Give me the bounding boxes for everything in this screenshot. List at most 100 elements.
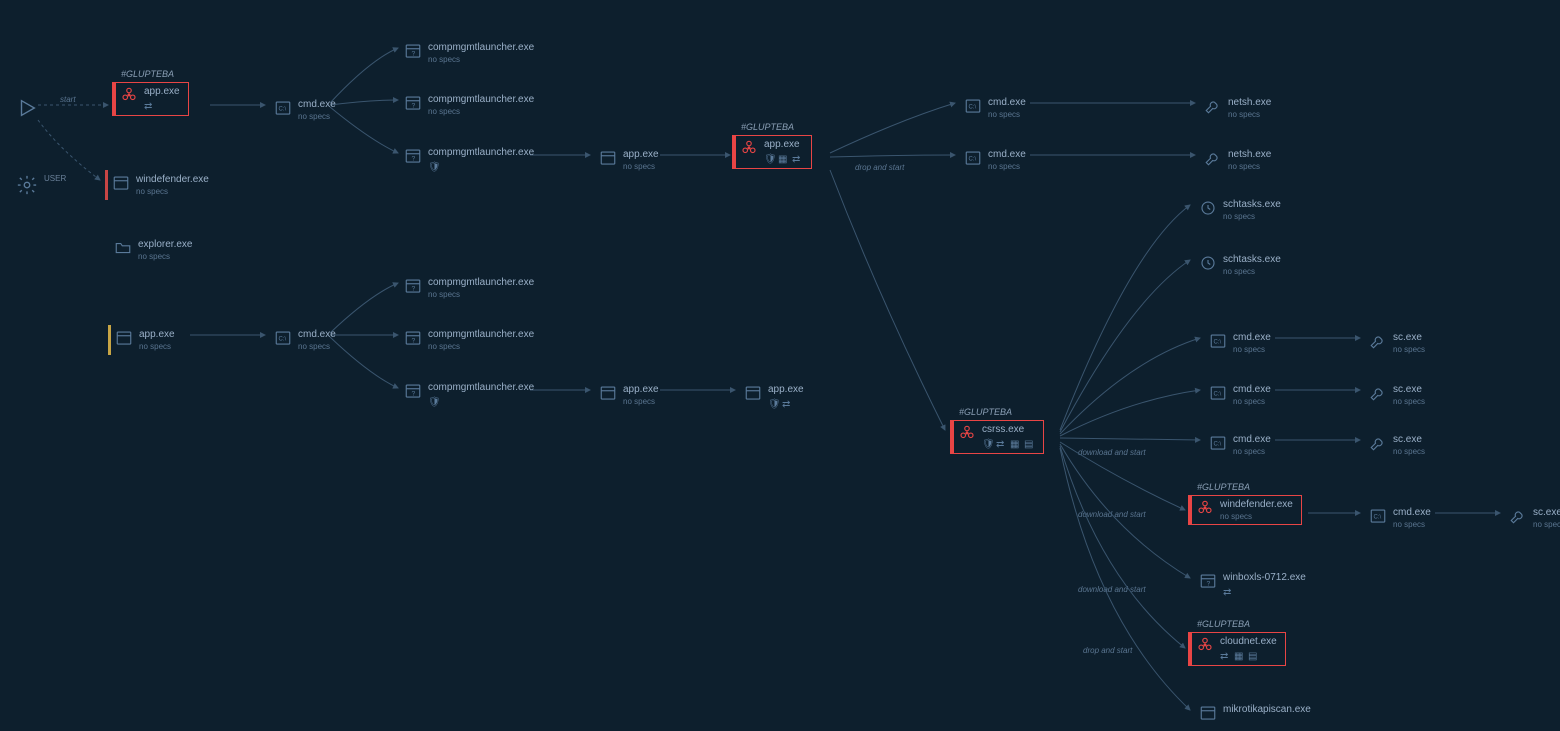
node-app3[interactable]: app.exeno specs	[595, 145, 663, 175]
node-label: sc.exe	[1393, 434, 1425, 445]
node-label: compmgmtlauncher.exe	[428, 329, 534, 340]
node-label: schtasks.exe	[1223, 254, 1281, 265]
node-cml4[interactable]: ? compmgmtlauncher.exeno specs	[400, 273, 538, 303]
biohazard-icon	[120, 86, 138, 104]
wrench-icon	[1369, 332, 1387, 350]
node-cmd7[interactable]: C:\ cmd.exe no specs	[1205, 430, 1275, 460]
node-app5[interactable]: #GLUPTEBA app.exe 🛡▦⇄	[732, 135, 812, 169]
node-app2[interactable]: app.exe no specs	[108, 325, 179, 355]
svg-text:download and start: download and start	[1078, 585, 1146, 594]
svg-text:C:\: C:\	[279, 336, 287, 342]
node-cml2[interactable]: ? compmgmtlauncher.exeno specs	[400, 90, 538, 120]
process-graph-edges: start drop and start download and start …	[0, 0, 1560, 731]
svg-text:drop and start: drop and start	[855, 163, 905, 172]
node-schtasks2[interactable]: schtasks.exe no specs	[1195, 250, 1285, 280]
node-label: cmd.exe	[1233, 434, 1271, 445]
node-label: schtasks.exe	[1223, 199, 1281, 210]
node-app4[interactable]: app.exe no specs	[595, 380, 663, 410]
node-app6[interactable]: app.exe🛡⇄	[740, 380, 808, 414]
net-icon: ⇄	[1220, 651, 1231, 662]
node-label: cmd.exe	[1393, 507, 1431, 518]
svg-text:?: ?	[412, 391, 416, 398]
malware-tag: #GLUPTEBA	[741, 122, 794, 132]
node-explorer[interactable]: explorer.exe no specs	[110, 235, 196, 265]
node-sub: no specs	[1393, 447, 1425, 456]
node-sub: no specs	[1393, 397, 1425, 406]
node-label: windefender.exe	[1220, 499, 1293, 510]
node-sub: no specs	[1393, 345, 1425, 354]
node-cmd6[interactable]: C:\ cmd.exeno specs	[1205, 380, 1275, 410]
node-label: app.exe	[139, 329, 175, 340]
unknown-window-icon: ?	[404, 147, 422, 165]
unknown-window-icon: ?	[404, 329, 422, 347]
node-sub: no specs	[1223, 267, 1281, 276]
unknown-window-icon: ?	[404, 382, 422, 400]
node-sc4[interactable]: sc.exeno specs	[1505, 503, 1560, 533]
reg-icon: ▦	[1234, 651, 1245, 662]
node-windefender[interactable]: windefender.exe no specs	[105, 170, 213, 200]
node-sc2[interactable]: sc.exe no specs	[1365, 380, 1429, 410]
net-icon: ⇄	[996, 439, 1007, 450]
node-badges: ⇄	[144, 101, 180, 112]
node-cmd2[interactable]: C:\ cmd.exe no specs	[270, 325, 340, 355]
svg-text:start: start	[60, 95, 76, 104]
node-sub: no specs	[428, 55, 534, 64]
node-label: app.exe	[623, 384, 659, 395]
node-cmd5[interactable]: C:\ cmd.exeno specs	[1205, 328, 1275, 358]
node-sub: no specs	[298, 112, 336, 121]
terminal-icon: C:\	[964, 149, 982, 167]
net-icon: ⇄	[792, 154, 803, 165]
node-label: compmgmtlauncher.exe	[428, 277, 534, 288]
node-netsh1[interactable]: netsh.exeno specs	[1200, 93, 1275, 123]
node-csrss[interactable]: #GLUPTEBA csrss.exe 🛡⇄▦▤	[950, 420, 1044, 454]
node-cml1[interactable]: ? compmgmtlauncher.exeno specs	[400, 38, 538, 68]
node-label: sc.exe	[1393, 332, 1425, 343]
node-netsh2[interactable]: netsh.exeno specs	[1200, 145, 1275, 175]
node-cmd1[interactable]: C:\ cmd.exe no specs	[270, 95, 340, 125]
node-app-root[interactable]: #GLUPTEBA app.exe ⇄	[112, 82, 189, 116]
node-cml3[interactable]: ? compmgmtlauncher.exe🛡	[400, 143, 538, 177]
node-cmd3[interactable]: C:\ cmd.exeno specs	[960, 93, 1030, 123]
node-label: cmd.exe	[988, 149, 1026, 160]
svg-text:?: ?	[412, 51, 416, 58]
node-mikrotik[interactable]: mikrotikapiscan.exe	[1195, 700, 1315, 726]
node-cml5[interactable]: ? compmgmtlauncher.exeno specs	[400, 325, 538, 355]
node-sub: no specs	[623, 397, 659, 406]
reg-icon: ▦	[778, 154, 789, 165]
node-sub: no specs	[139, 342, 175, 351]
node-sub: no specs	[1393, 520, 1431, 529]
network-icon: ⇄	[144, 101, 155, 112]
node-cmd4[interactable]: C:\ cmd.exeno specs	[960, 145, 1030, 175]
node-sc3[interactable]: sc.exe no specs	[1365, 430, 1429, 460]
node-cloudnet[interactable]: #GLUPTEBA cloudnet.exe ⇄▦▤	[1188, 632, 1286, 666]
node-sub: no specs	[1533, 520, 1560, 529]
terminal-icon: C:\	[1369, 507, 1387, 525]
node-winbox[interactable]: ? winboxls-0712.exe⇄	[1195, 568, 1310, 602]
node-sub: no specs	[988, 110, 1026, 119]
biohazard-icon	[1196, 499, 1214, 517]
node-label: mikrotikapiscan.exe	[1223, 704, 1311, 715]
root-user: USER	[12, 170, 70, 200]
clock-gear-icon	[1199, 254, 1217, 272]
svg-text:C:\: C:\	[1214, 441, 1222, 447]
node-sub: no specs	[1233, 447, 1271, 456]
node-sub: no specs	[298, 342, 336, 351]
node-label: cmd.exe	[1233, 332, 1271, 343]
node-sub: no specs	[428, 107, 534, 116]
node-cmd8[interactable]: C:\ cmd.exe no specs	[1365, 503, 1435, 533]
node-label: compmgmtlauncher.exe	[428, 147, 534, 158]
file-icon: ▤	[1024, 439, 1035, 450]
shield-icon: 🛡	[768, 399, 779, 410]
wrench-icon	[1369, 384, 1387, 402]
node-windefender2[interactable]: #GLUPTEBA windefender.exe no specs	[1188, 495, 1302, 525]
node-label: cmd.exe	[298, 99, 336, 110]
gear-icon	[16, 174, 38, 196]
svg-text:download and start: download and start	[1078, 510, 1146, 519]
node-cml6[interactable]: ? compmgmtlauncher.exe🛡	[400, 378, 538, 412]
reg-icon: ▦	[1010, 439, 1021, 450]
node-sub: no specs	[136, 187, 209, 196]
node-sc1[interactable]: sc.exe no specs	[1365, 328, 1429, 358]
clock-gear-icon	[1199, 199, 1217, 217]
node-schtasks1[interactable]: schtasks.exeno specs	[1195, 195, 1285, 225]
node-label: sc.exe	[1393, 384, 1425, 395]
